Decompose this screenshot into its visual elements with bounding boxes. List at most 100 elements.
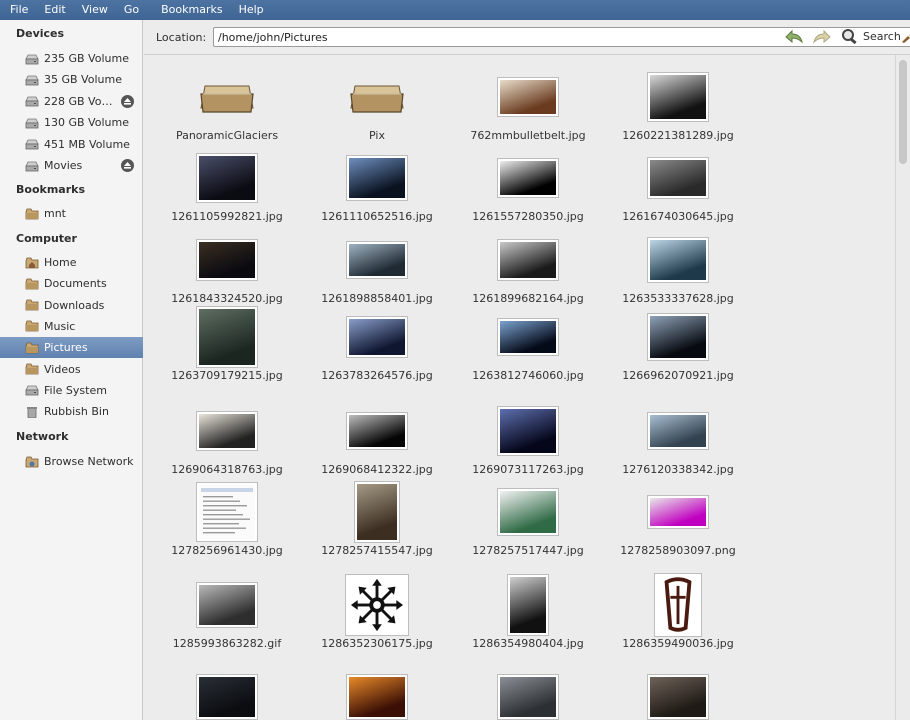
location-label: Location:	[156, 31, 207, 44]
sidebar-item-label: Downloads	[44, 298, 105, 312]
menu-view[interactable]: View	[74, 0, 116, 20]
thumbnail	[345, 574, 409, 636]
folder-icon	[25, 299, 39, 311]
file-name-label: 1286359490036.jpg	[622, 637, 734, 650]
file-name-label: 1261899682164.jpg	[472, 292, 584, 305]
folder-icon	[25, 363, 39, 375]
file-grid: PanoramicGlaciers Pix 762mmbulletbelt.jpg 1…	[144, 55, 895, 720]
thumbnail	[647, 313, 709, 361]
folder-icon	[25, 278, 39, 290]
folder-icon	[25, 320, 39, 332]
thumbnail	[354, 481, 400, 543]
search-label: Search	[863, 29, 901, 43]
forward-arrow-icon	[813, 29, 831, 44]
forward-button[interactable]	[812, 28, 832, 49]
menu-go[interactable]: Go	[116, 0, 153, 20]
sidebar-item[interactable]: mnt	[0, 203, 143, 224]
menu-edit[interactable]: Edit	[36, 0, 73, 20]
sidebar-item-label: Pictures	[44, 341, 88, 355]
thumbnail	[647, 495, 709, 529]
menu-help[interactable]: Help	[231, 0, 272, 20]
menu-bar: File Edit View Go Bookmarks Help	[0, 0, 910, 20]
menu-file[interactable]: File	[0, 0, 36, 20]
vertical-scrollbar[interactable]	[895, 55, 910, 720]
file-name-label: 1263533337628.jpg	[622, 292, 734, 305]
folder-icon	[350, 85, 404, 113]
thumbnail	[196, 411, 258, 451]
back-arrow-icon	[785, 29, 803, 44]
thumbnail	[196, 582, 258, 628]
file-name-label: 1263812746060.jpg	[472, 369, 584, 382]
file-name-label: 1269073117263.jpg	[472, 463, 584, 476]
sidebar-item-label: 130 GB Volume	[44, 116, 129, 130]
file-name-label: 762mmbulletbelt.jpg	[470, 129, 586, 142]
drive-icon	[25, 138, 39, 150]
file-name-label: 1261843324520.jpg	[171, 292, 283, 305]
sidebar-item-label: 451 MB Volume	[44, 137, 130, 151]
sidebar-item[interactable]: 35 GB Volume	[0, 69, 143, 90]
sidebar-item[interactable]: Downloads	[0, 295, 143, 316]
back-button[interactable]	[784, 28, 804, 49]
sidebar: Devices 235 GB Volume 35 GB Volume 228 GB V…	[0, 20, 143, 720]
sidebar-item[interactable]: Documents	[0, 273, 143, 294]
location-field[interactable]	[213, 27, 910, 47]
sidebar-item-label: 235 GB Volume	[44, 52, 129, 65]
file-name-label: 1286352306175.jpg	[321, 637, 433, 650]
home-icon	[25, 257, 39, 269]
drive-icon	[25, 95, 39, 107]
file-name-label: 1261898858401.jpg	[321, 292, 433, 305]
thumbnail	[497, 674, 559, 720]
file-name-label: 1269068412322.jpg	[321, 463, 433, 476]
file-name-label: 1260221381289.jpg	[622, 129, 734, 142]
file-name-label: 1278257517447.jpg	[472, 544, 584, 557]
file-name-label: 1261674030645.jpg	[622, 210, 734, 223]
file-name-label: 1286354980404.jpg	[472, 637, 584, 650]
file-name-label: 1278256961430.jpg	[171, 544, 283, 557]
sidebar-item[interactable]: 451 MB Volume	[0, 134, 143, 155]
file-name-label: 1278258903097.png	[620, 544, 736, 557]
sidebar-section-devices: Devices	[16, 27, 65, 40]
thumbnail	[647, 412, 709, 450]
eject-icon[interactable]	[121, 159, 134, 172]
scrollbar-thumb[interactable]	[899, 60, 907, 164]
drive-icon	[25, 53, 39, 65]
sidebar-item-label: File System	[44, 383, 107, 397]
file-name-label: 1261110652516.jpg	[321, 210, 433, 223]
thumbnail	[497, 488, 559, 536]
file-name-label: 1269064318763.jpg	[171, 463, 283, 476]
search-button[interactable]: Search	[841, 28, 901, 44]
thumbnail	[196, 482, 258, 542]
sidebar-item[interactable]: Home	[0, 252, 143, 273]
thumbnail	[497, 239, 559, 281]
drive-icon	[25, 74, 39, 86]
sidebar-item-label: Movies	[44, 159, 83, 172]
location-bar: Location: Search	[144, 20, 910, 55]
sidebar-item[interactable]: Pictures	[0, 337, 143, 359]
thumbnail	[497, 158, 559, 198]
thumbnail	[196, 239, 258, 281]
folder-icon	[200, 85, 254, 113]
thumbnail	[647, 157, 709, 199]
trash-icon	[25, 406, 39, 418]
sidebar-item[interactable]: 130 GB Volume	[0, 112, 143, 133]
eject-icon[interactable]	[121, 94, 134, 108]
thumbnail	[196, 674, 258, 720]
file-name-label: 1261105992821.jpg	[171, 210, 283, 223]
sidebar-item-label: mnt	[44, 207, 66, 220]
network-icon	[25, 456, 39, 468]
clear-brush-icon[interactable]	[900, 30, 910, 47]
sidebar-item[interactable]: Browse Network	[0, 451, 143, 472]
folder-icon	[25, 208, 39, 220]
sidebar-item-label: Documents	[44, 277, 107, 291]
sidebar-item[interactable]: File System	[0, 380, 143, 401]
sidebar-item[interactable]: 235 GB Volume	[0, 48, 143, 69]
file-name-label: 1261557280350.jpg	[472, 210, 584, 223]
file-name-label: PanoramicGlaciers	[175, 129, 279, 142]
menu-bookmarks[interactable]: Bookmarks	[153, 0, 230, 20]
folder-icon	[25, 342, 39, 354]
file-name-label: 1278257415547.jpg	[321, 544, 433, 557]
sidebar-item[interactable]: Music	[0, 316, 143, 337]
sidebar-section-network: Network	[16, 430, 69, 443]
sidebar-item[interactable]: Videos	[0, 359, 143, 380]
sidebar-item[interactable]: Rubbish Bin	[0, 401, 143, 422]
